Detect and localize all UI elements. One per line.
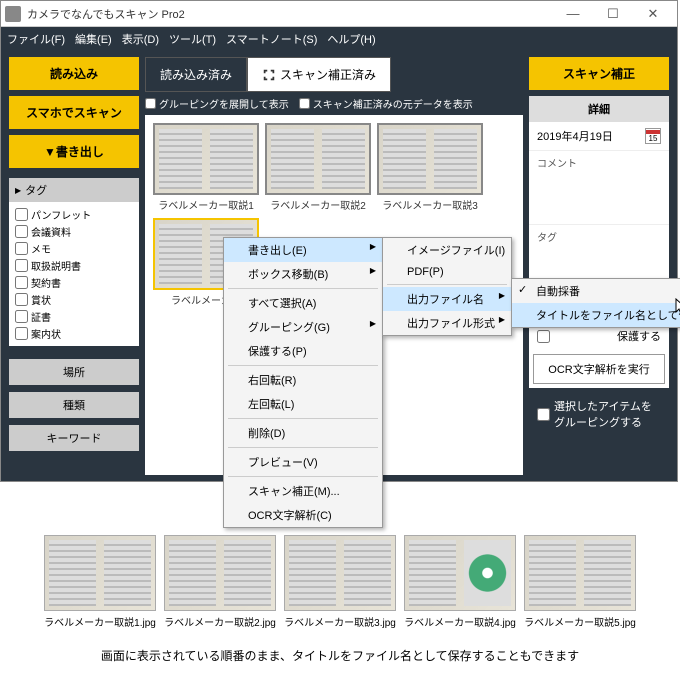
menu-view[interactable]: 表示(D) [122,31,159,47]
tab-scanned[interactable]: スキャン補正済み [247,57,391,92]
export-thumb: ラベルメーカー取説5.jpg [524,535,636,629]
separator [228,476,378,477]
menu-smartnote[interactable]: スマートノート(S) [226,31,317,47]
detail-date: 2019年4月19日 [537,128,613,144]
export-thumb: ラベルメーカー取説2.jpg [164,535,276,629]
close-button[interactable]: ✕ [633,2,673,26]
export-thumb: ラベルメーカー取説3.jpg [284,535,396,629]
ctx-export[interactable]: 書き出し(E) [224,238,382,262]
export-thumb: ラベルメーカー取説4.jpg [404,535,516,629]
center-column: 読み込み済み スキャン補正済み グルーピングを展開して表示 スキャン補正済みの元… [145,57,523,475]
window-controls: — ☐ ✕ [553,2,673,26]
separator [228,365,378,366]
opt-title-as-filename[interactable]: タイトルをファイル名として使用 [512,303,680,327]
tag-item[interactable]: 証書 [15,308,133,325]
ctx-delete[interactable]: 削除(D) [224,421,382,445]
tag-item[interactable]: 取扱説明書 [15,257,133,274]
menu-tool[interactable]: ツール(T) [169,31,216,47]
separator [228,288,378,289]
minimize-button[interactable]: — [553,2,593,26]
detail-comment-label: コメント [529,150,669,174]
export-button[interactable]: ▼書き出し [9,135,139,168]
scan-correct-button[interactable]: スキャン補正 [529,57,669,90]
tag-header[interactable]: タグ [9,178,139,202]
export-thumb: ラベルメーカー取説1.jpg [44,535,156,629]
accordion-kind[interactable]: 種類 [9,392,139,418]
thumbnail-grid[interactable]: ラベルメーカー取説1 ラベルメーカー取説2 ラベルメーカー取説3 ラベルメーカー… [145,115,523,475]
opt-auto-number[interactable]: 自動採番 [512,279,680,303]
read-button[interactable]: 読み込み [9,57,139,90]
accordion-place[interactable]: 場所 [9,359,139,385]
ctx-select-all[interactable]: すべて選択(A) [224,291,382,315]
thumb-item[interactable]: ラベルメーカー取説2 [265,123,371,212]
ctx-rotate-left[interactable]: 左回転(L) [224,392,382,416]
detail-panel: 詳細 2019年4月19日 15 コメント タグ 種類 保護する OCR文字解析… [529,96,669,388]
tag-item[interactable]: 賞状 [15,291,133,308]
submenu-filename: 自動採番 タイトルをファイル名として使用 [511,278,680,328]
ctx-protect[interactable]: 保護する(P) [224,339,382,363]
tabs: 読み込み済み スキャン補正済み [145,57,523,92]
separator [387,284,507,285]
menubar: ファイル(F) 編集(E) 表示(D) ツール(T) スマートノート(S) ヘル… [1,27,677,51]
smartphone-scan-button[interactable]: スマホでスキャン [9,96,139,129]
main-layout: 読み込み スマホでスキャン ▼書き出し タグ パンフレット 会議資料 メモ 取扱… [1,51,677,481]
menu-help[interactable]: ヘルプ(H) [327,31,375,47]
accordion-keyword[interactable]: キーワード [9,425,139,451]
group-selected-check[interactable]: 選択したアイテムをグルーピングする [529,394,669,434]
right-sidebar: スキャン補正 詳細 2019年4月19日 15 コメント タグ 種類 保護する … [529,57,669,434]
app-title: カメラでなんでもスキャン Pro2 [27,6,553,22]
separator [228,447,378,448]
ctx-ocr[interactable]: OCR文字解析(C) [224,503,382,527]
sub-output-format[interactable]: 出力ファイル形式 [383,311,511,335]
caption-text: 画面に表示されている順番のまま、タイトルをファイル名として保存することもできます [0,633,680,672]
tag-item[interactable]: 案内状 [15,325,133,342]
app-window: カメラでなんでもスキャン Pro2 — ☐ ✕ ファイル(F) 編集(E) 表示… [0,0,678,482]
sub-pdf[interactable]: PDF(P) [383,262,511,282]
maximize-button[interactable]: ☐ [593,2,633,26]
check-expand-grouping[interactable]: グルーピングを展開して表示 [145,96,289,111]
check-show-original[interactable]: スキャン補正済みの元データを表示 [299,96,473,111]
calendar-icon[interactable]: 15 [645,128,661,144]
separator [228,418,378,419]
titlebar: カメラでなんでもスキャン Pro2 — ☐ ✕ [1,1,677,27]
submenu-export: イメージファイル(I) PDF(P) 出力ファイル名 出力ファイル形式 自動採番… [382,237,512,336]
sub-image-file[interactable]: イメージファイル(I) [383,238,511,262]
app-icon [5,6,21,22]
ctx-rotate-right[interactable]: 右回転(R) [224,368,382,392]
thumb-item[interactable]: ラベルメーカー取説1 [153,123,259,212]
tag-item[interactable]: 会議資料 [15,223,133,240]
detail-header: 詳細 [529,96,669,122]
ocr-button[interactable]: OCR文字解析を実行 [533,354,665,384]
ctx-preview[interactable]: プレビュー(V) [224,450,382,474]
detail-tag-label: タグ [529,224,669,248]
left-sidebar: 読み込み スマホでスキャン ▼書き出し タグ パンフレット 会議資料 メモ 取扱… [9,57,139,451]
ctx-scan-correct[interactable]: スキャン補正(M)... [224,479,382,503]
tag-item[interactable]: パンフレット [15,206,133,223]
ctx-grouping[interactable]: グルーピング(G) [224,315,382,339]
thumb-item[interactable]: ラベルメーカー取説3 [377,123,483,212]
sub-output-filename[interactable]: 出力ファイル名 [383,287,511,311]
menu-file[interactable]: ファイル(F) [7,31,65,47]
tag-item[interactable]: メモ [15,240,133,257]
tab-loaded[interactable]: 読み込み済み [145,57,247,92]
export-result-row: ラベルメーカー取説1.jpg ラベルメーカー取説2.jpg ラベルメーカー取説3… [0,531,680,633]
view-options: グルーピングを展開して表示 スキャン補正済みの元データを表示 [145,92,523,115]
tag-list: パンフレット 会議資料 メモ 取扱説明書 契約書 賞状 証書 案内状 [9,202,139,346]
ctx-box-move[interactable]: ボックス移動(B) [224,262,382,286]
tag-item[interactable]: 契約書 [15,274,133,291]
detail-date-row: 2019年4月19日 15 [529,122,669,150]
menu-edit[interactable]: 編集(E) [75,31,112,47]
scan-icon [262,68,276,82]
context-menu: 書き出し(E) ボックス移動(B) すべて選択(A) グルーピング(G) 保護す… [223,237,383,528]
tag-panel: タグ パンフレット 会議資料 メモ 取扱説明書 契約書 賞状 証書 案内状 [9,178,139,346]
